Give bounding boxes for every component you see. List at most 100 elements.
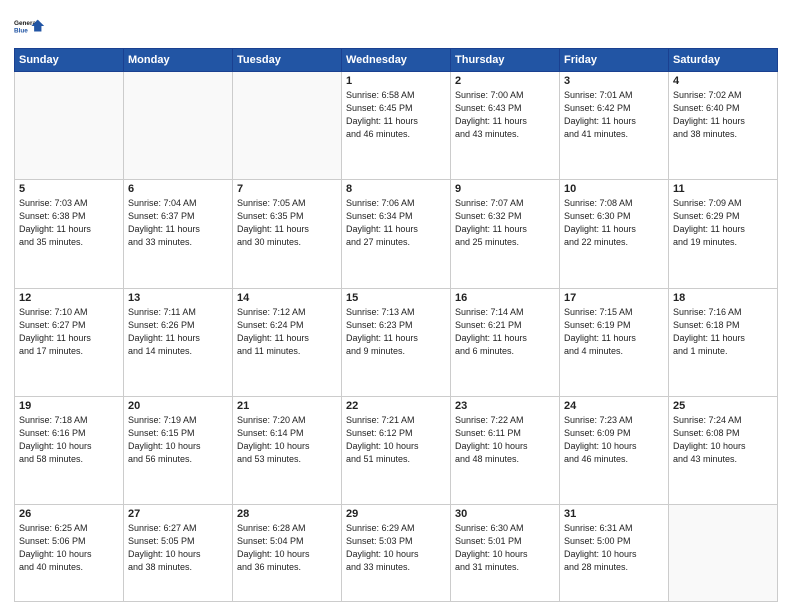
day-info: Sunrise: 7:04 AM Sunset: 6:37 PM Dayligh… — [128, 197, 228, 249]
calendar-cell: 4Sunrise: 7:02 AM Sunset: 6:40 PM Daylig… — [669, 72, 778, 180]
weekday-header: Saturday — [669, 49, 778, 72]
day-info: Sunrise: 7:08 AM Sunset: 6:30 PM Dayligh… — [564, 197, 664, 249]
day-number: 24 — [564, 400, 664, 412]
day-info: Sunrise: 7:19 AM Sunset: 6:15 PM Dayligh… — [128, 414, 228, 466]
calendar-cell: 28Sunrise: 6:28 AM Sunset: 5:04 PM Dayli… — [233, 505, 342, 602]
day-number: 23 — [455, 400, 555, 412]
calendar-week-row: 12 Sunrise: 7:10 AM Sunset: 6:27 PM Dayli… — [15, 288, 778, 396]
day-info: Sunrise: 7:21 AM Sunset: 6:12 PM Dayligh… — [346, 414, 446, 466]
day-info: Sunrise: 7:03 AM Sunset: 6:38 PM Dayligh… — [19, 197, 119, 249]
day-number: 25 — [673, 400, 773, 412]
day-number: 29 — [346, 508, 446, 520]
day-info: Sunrise: 7:16 AM Sunset: 6:18 PM Dayligh… — [673, 306, 773, 358]
calendar-cell: 5 Sunrise: 7:03 AM Sunset: 6:38 PM Daylig… — [15, 180, 124, 288]
calendar-cell: 8Sunrise: 7:06 AM Sunset: 6:34 PM Daylig… — [342, 180, 451, 288]
day-info: Sunrise: 7:14 AM Sunset: 6:21 PM Dayligh… — [455, 306, 555, 358]
calendar-week-row: 5 Sunrise: 7:03 AM Sunset: 6:38 PM Daylig… — [15, 180, 778, 288]
calendar-table: SundayMondayTuesdayWednesdayThursdayFrid… — [14, 48, 778, 602]
calendar-cell: 19 Sunrise: 7:18 AM Sunset: 6:16 PM Dayli… — [15, 396, 124, 504]
day-info: Sunrise: 7:13 AM Sunset: 6:23 PM Dayligh… — [346, 306, 446, 358]
day-number: 19 — [19, 400, 119, 412]
day-info: Sunrise: 7:24 AM Sunset: 6:08 PM Dayligh… — [673, 414, 773, 466]
day-number: 28 — [237, 508, 337, 520]
day-info: Sunrise: 7:23 AM Sunset: 6:09 PM Dayligh… — [564, 414, 664, 466]
day-info: Sunrise: 6:29 AM Sunset: 5:03 PM Dayligh… — [346, 522, 446, 574]
calendar-cell: 10 Sunrise: 7:08 AM Sunset: 6:30 PM Dayli… — [560, 180, 669, 288]
calendar-cell — [233, 72, 342, 180]
weekday-header: Tuesday — [233, 49, 342, 72]
day-info: Sunrise: 6:25 AM Sunset: 5:06 PM Dayligh… — [19, 522, 119, 574]
svg-text:Blue: Blue — [14, 27, 28, 34]
day-number: 12 — [19, 292, 119, 304]
day-number: 18 — [673, 292, 773, 304]
calendar-cell: 13 Sunrise: 7:11 AM Sunset: 6:26 PM Dayli… — [124, 288, 233, 396]
day-info: Sunrise: 7:05 AM Sunset: 6:35 PM Dayligh… — [237, 197, 337, 249]
day-number: 7 — [237, 183, 337, 195]
day-number: 3 — [564, 75, 664, 87]
day-number: 26 — [19, 508, 119, 520]
calendar-cell: 23 Sunrise: 7:22 AM Sunset: 6:11 PM Dayli… — [451, 396, 560, 504]
calendar-cell: 25 Sunrise: 7:24 AM Sunset: 6:08 PM Dayli… — [669, 396, 778, 504]
day-info: Sunrise: 7:12 AM Sunset: 6:24 PM Dayligh… — [237, 306, 337, 358]
calendar-cell: 11 Sunrise: 7:09 AM Sunset: 6:29 PM Dayli… — [669, 180, 778, 288]
calendar-cell: 27 Sunrise: 6:27 AM Sunset: 5:05 PM Dayli… — [124, 505, 233, 602]
calendar-week-row: 19 Sunrise: 7:18 AM Sunset: 6:16 PM Dayli… — [15, 396, 778, 504]
calendar-cell: 18 Sunrise: 7:16 AM Sunset: 6:18 PM Dayli… — [669, 288, 778, 396]
weekday-header: Sunday — [15, 49, 124, 72]
day-info: Sunrise: 7:11 AM Sunset: 6:26 PM Dayligh… — [128, 306, 228, 358]
day-number: 14 — [237, 292, 337, 304]
calendar-cell: 26 Sunrise: 6:25 AM Sunset: 5:06 PM Dayli… — [15, 505, 124, 602]
day-number: 16 — [455, 292, 555, 304]
day-info: Sunrise: 7:07 AM Sunset: 6:32 PM Dayligh… — [455, 197, 555, 249]
calendar-cell: 14 Sunrise: 7:12 AM Sunset: 6:24 PM Dayli… — [233, 288, 342, 396]
day-number: 1 — [346, 75, 446, 87]
weekday-header: Wednesday — [342, 49, 451, 72]
header: GeneralBlue — [14, 10, 778, 42]
weekday-header: Thursday — [451, 49, 560, 72]
calendar-cell: 12 Sunrise: 7:10 AM Sunset: 6:27 PM Dayli… — [15, 288, 124, 396]
day-number: 11 — [673, 183, 773, 195]
day-info: Sunrise: 7:06 AM Sunset: 6:34 PM Dayligh… — [346, 197, 446, 249]
day-info: Sunrise: 7:01 AM Sunset: 6:42 PM Dayligh… — [564, 89, 664, 141]
calendar-cell — [15, 72, 124, 180]
day-number: 6 — [128, 183, 228, 195]
calendar-cell: 15 Sunrise: 7:13 AM Sunset: 6:23 PM Dayli… — [342, 288, 451, 396]
day-info: Sunrise: 7:22 AM Sunset: 6:11 PM Dayligh… — [455, 414, 555, 466]
day-info: Sunrise: 7:18 AM Sunset: 6:16 PM Dayligh… — [19, 414, 119, 466]
day-number: 22 — [346, 400, 446, 412]
weekday-header: Friday — [560, 49, 669, 72]
calendar-cell: 7 Sunrise: 7:05 AM Sunset: 6:35 PM Daylig… — [233, 180, 342, 288]
day-info: Sunrise: 6:31 AM Sunset: 5:00 PM Dayligh… — [564, 522, 664, 574]
day-number: 15 — [346, 292, 446, 304]
day-info: Sunrise: 6:30 AM Sunset: 5:01 PM Dayligh… — [455, 522, 555, 574]
calendar-cell: 29 Sunrise: 6:29 AM Sunset: 5:03 PM Dayli… — [342, 505, 451, 602]
calendar-week-row: 1 Sunrise: 6:58 AM Sunset: 6:45 PM Daylig… — [15, 72, 778, 180]
calendar-cell: 21 Sunrise: 7:20 AM Sunset: 6:14 PM Dayli… — [233, 396, 342, 504]
calendar-cell: 17Sunrise: 7:15 AM Sunset: 6:19 PM Dayli… — [560, 288, 669, 396]
day-number: 5 — [19, 183, 119, 195]
logo: GeneralBlue — [14, 10, 50, 42]
day-number: 13 — [128, 292, 228, 304]
calendar-cell: 9 Sunrise: 7:07 AM Sunset: 6:32 PM Daylig… — [451, 180, 560, 288]
day-info: Sunrise: 6:58 AM Sunset: 6:45 PM Dayligh… — [346, 89, 446, 141]
day-info: Sunrise: 7:20 AM Sunset: 6:14 PM Dayligh… — [237, 414, 337, 466]
day-number: 21 — [237, 400, 337, 412]
calendar-cell: 24 Sunrise: 7:23 AM Sunset: 6:09 PM Dayli… — [560, 396, 669, 504]
day-info: Sunrise: 7:00 AM Sunset: 6:43 PM Dayligh… — [455, 89, 555, 141]
calendar-cell: 30Sunrise: 6:30 AM Sunset: 5:01 PM Dayli… — [451, 505, 560, 602]
day-number: 27 — [128, 508, 228, 520]
day-info: Sunrise: 7:09 AM Sunset: 6:29 PM Dayligh… — [673, 197, 773, 249]
day-number: 31 — [564, 508, 664, 520]
calendar-cell: 1 Sunrise: 6:58 AM Sunset: 6:45 PM Daylig… — [342, 72, 451, 180]
calendar-cell — [124, 72, 233, 180]
page: GeneralBlue SundayMondayTuesdayWednesday… — [0, 0, 792, 612]
day-number: 10 — [564, 183, 664, 195]
day-number: 9 — [455, 183, 555, 195]
day-number: 20 — [128, 400, 228, 412]
calendar-cell — [669, 505, 778, 602]
calendar-cell: 3 Sunrise: 7:01 AM Sunset: 6:42 PM Daylig… — [560, 72, 669, 180]
day-info: Sunrise: 7:10 AM Sunset: 6:27 PM Dayligh… — [19, 306, 119, 358]
weekday-header: Monday — [124, 49, 233, 72]
calendar-header-row: SundayMondayTuesdayWednesdayThursdayFrid… — [15, 49, 778, 72]
day-info: Sunrise: 6:27 AM Sunset: 5:05 PM Dayligh… — [128, 522, 228, 574]
